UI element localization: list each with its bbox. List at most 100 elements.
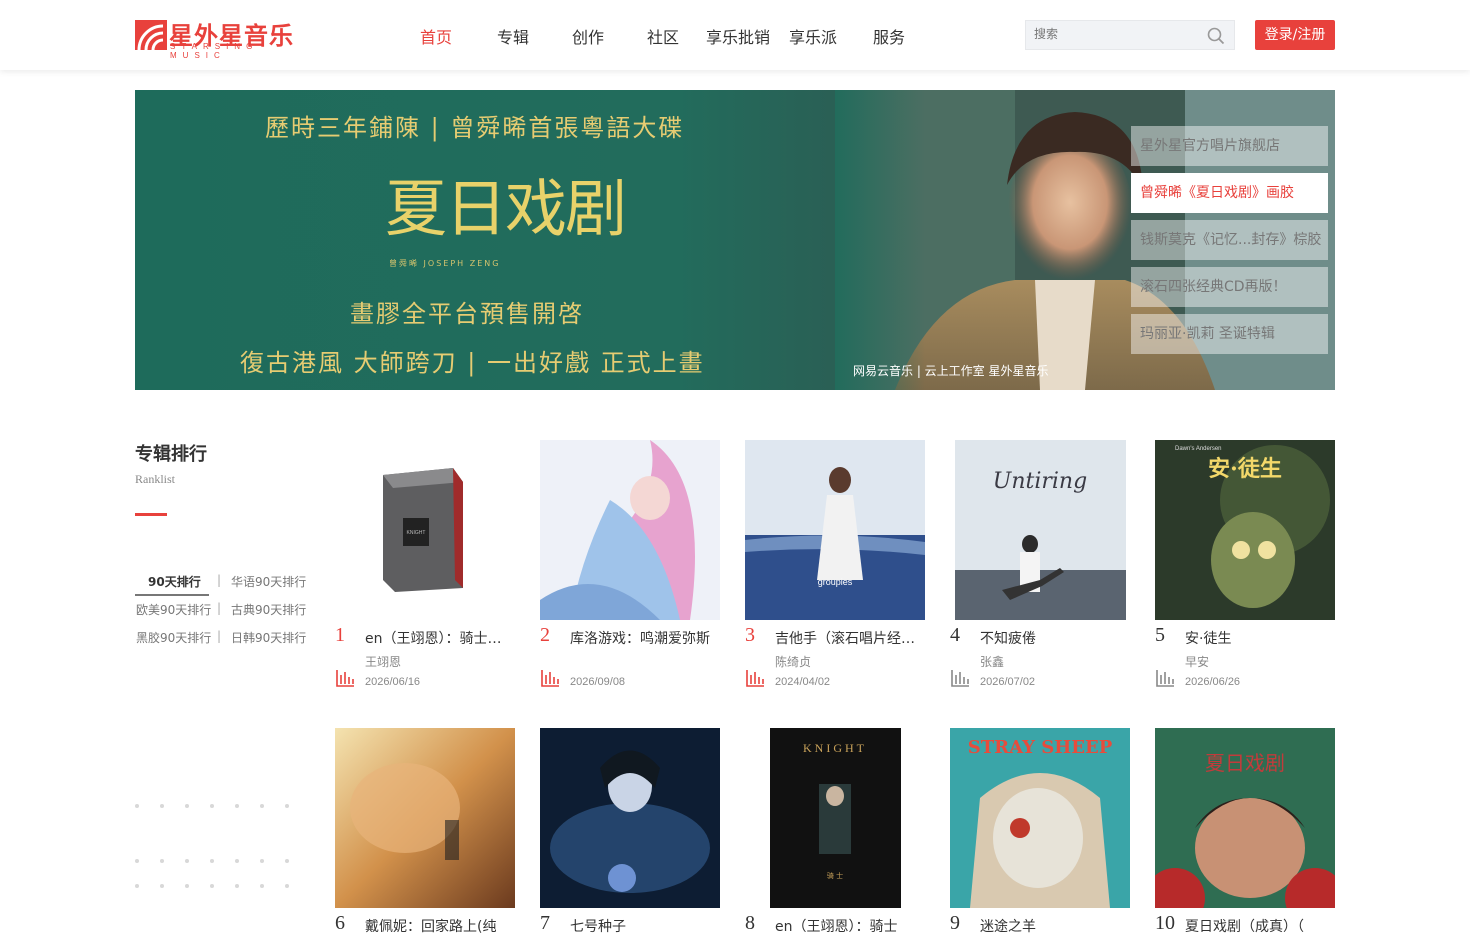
rank-chart-icon — [1156, 670, 1174, 687]
nav-albums[interactable]: 专辑 — [497, 24, 529, 48]
banner-tagline: 復古港風 大師跨刀 | 一出好戲 正式上畫 — [240, 349, 705, 377]
release-date: 2024/04/02 — [775, 676, 831, 688]
nav-community[interactable]: 社区 — [647, 24, 679, 48]
decorative-dot — [160, 884, 164, 888]
tab-classical-90-days[interactable]: 古典90天排行 — [231, 601, 306, 618]
decorative-dot — [260, 884, 264, 888]
rank-chart-icon — [541, 670, 559, 687]
banner-menu-item[interactable]: 星外星官方唱片旗舰店 — [1131, 126, 1328, 166]
album-card[interactable]: Dawn's Andersen 安·徒生 5 安·徒生 早安 2026/06/2… — [1155, 440, 1335, 700]
rank-chart-icon — [336, 670, 354, 687]
tab-chinese-90-days[interactable]: 华语90天排行 — [231, 573, 306, 590]
decorative-dot — [285, 804, 289, 808]
banner-menu-item[interactable]: 玛丽亚·凯莉 圣诞特辑 — [1131, 314, 1328, 354]
album-artist[interactable]: 张鑫 — [980, 653, 1004, 670]
tab-jpkr-90-days[interactable]: 日韩90天排行 — [231, 629, 306, 646]
album-card[interactable]: STRAY SHEEP 9 迷途之羊 — [950, 728, 1130, 935]
rank-number: 8 — [745, 912, 755, 934]
banner-title: 夏日戏剧 — [385, 172, 627, 245]
album-title[interactable]: 安·徒生 — [1185, 628, 1330, 648]
nav-home[interactable]: 首页 — [420, 24, 452, 48]
album-artist[interactable]: 早安 — [1185, 653, 1209, 670]
section-title: 专辑排行 — [135, 444, 207, 465]
album-cover[interactable]: Dawn's Andersen 安·徒生 — [1155, 440, 1335, 620]
cover-text: 骑 士 — [827, 871, 843, 880]
album-title[interactable]: 不知疲倦 — [980, 628, 1125, 648]
album-card[interactable]: groupies 3 吉他手（滚石唱片经典再版） 陈绮贞 2024/04/02 — [745, 440, 925, 700]
album-card[interactable]: KNIGHT 1 en（王翊恩）：骑士（KNIGHT） 王翊恩 2026/06/… — [335, 440, 515, 700]
decorative-dot — [235, 859, 239, 863]
album-cover[interactable]: groupies — [745, 440, 925, 620]
album-title[interactable]: 吉他手（滚石唱片经典再版） — [775, 628, 920, 648]
banner-menu: 星外星官方唱片旗舰店 曾舜晞《夏日戏剧》画胶 钱斯莫克《记忆...封存》棕胶 滚… — [1131, 126, 1328, 361]
logo-subtitle: STARSING MUSIC — [170, 42, 259, 60]
album-card[interactable]: Untiring 4 不知疲倦 张鑫 2026/07/02 — [950, 440, 1130, 700]
banner-partner-logos: 网易云音乐 | 云上工作室 星外星音乐 — [853, 364, 1049, 378]
album-artist[interactable]: 王翊恩 — [365, 653, 401, 670]
decorative-dot — [185, 804, 189, 808]
album-title[interactable]: en（王翊恩）：骑士 — [775, 916, 920, 936]
album-cover[interactable]: Untiring — [950, 440, 1130, 620]
tab-vinyl-90-days[interactable]: 黑胶90天排行 — [136, 629, 211, 646]
hero-banner[interactable]: 歷時三年鋪陳 | 曾舜晞首張粵語大碟 夏日戏剧 曾舜晞 JOSEPH ZENG … — [135, 90, 1335, 390]
decorative-dot — [210, 804, 214, 808]
album-card[interactable]: 夏日戏剧 10 夏日戏剧（成真）（ — [1155, 728, 1335, 935]
rank-number: 1 — [335, 624, 345, 646]
tab-separator: | — [217, 573, 222, 587]
album-title[interactable]: 七号种子 — [570, 916, 715, 936]
album-title[interactable]: en（王翊恩）：骑士（KNIGHT） — [365, 628, 510, 648]
decorative-dots — [135, 800, 295, 890]
search-input[interactable] — [1034, 27, 1194, 41]
active-tab-underline — [135, 594, 209, 596]
rank-number: 7 — [540, 912, 550, 934]
decorative-dot — [160, 859, 164, 863]
album-cover[interactable]: 夏日戏剧 — [1155, 728, 1335, 908]
nav-service[interactable]: 服务 — [873, 24, 905, 48]
banner-menu-item-active[interactable]: 曾舜晞《夏日戏剧》画胶 — [1131, 173, 1328, 213]
banner-menu-item[interactable]: 钱斯莫克《记忆...封存》棕胶 — [1131, 220, 1328, 260]
album-artist[interactable]: 陈绮贞 — [775, 653, 811, 670]
album-card[interactable]: KNIGHT 骑 士 8 en（王翊恩）：骑士 — [745, 728, 925, 935]
album-title[interactable]: 戴佩妮：回家路上(纯 — [365, 916, 510, 936]
decorative-dot — [135, 804, 139, 808]
album-card[interactable]: 2 库洛游戏：鸣潮爱弥斯 2026/09/08 — [540, 440, 720, 700]
rank-number: 5 — [1155, 624, 1165, 646]
login-register-button[interactable]: 登录/注册 — [1255, 20, 1335, 50]
album-cover[interactable] — [335, 728, 515, 908]
album-card[interactable]: 7 七号种子 — [540, 728, 720, 935]
album-title[interactable]: 夏日戏剧（成真）（ — [1185, 916, 1330, 936]
album-title[interactable]: 迷途之羊 — [980, 916, 1125, 936]
decorative-dot — [260, 859, 264, 863]
tab-90-days[interactable]: 90天排行 — [148, 573, 201, 590]
cover-text: KNIGHT — [803, 741, 867, 755]
banner-subtitle: 曾舜晞 JOSEPH ZENG — [389, 259, 501, 268]
tab-western-90-days[interactable]: 欧美90天排行 — [136, 601, 211, 618]
cover-text: Untiring — [993, 469, 1087, 494]
decorative-dot — [285, 884, 289, 888]
starsing-logo[interactable]: 星外星音乐 STARSING MUSIC — [135, 18, 311, 60]
decorative-dot — [235, 804, 239, 808]
logo-mark-icon — [135, 20, 167, 50]
cover-text: Dawn's Andersen — [1175, 446, 1222, 452]
nav-wholesale[interactable]: 享乐批销 — [706, 24, 770, 48]
decorative-dot — [285, 859, 289, 863]
cover-text: KNIGHT — [407, 530, 426, 536]
album-cover[interactable]: STRAY SHEEP — [950, 728, 1130, 908]
rank-sidebar: 专辑排行 Ranklist 90天排行 | 华语90天排行 欧美90天排行 | … — [135, 440, 310, 645]
banner-menu-item[interactable]: 滚石四张经典CD再版！ — [1131, 267, 1328, 307]
album-cover[interactable] — [540, 728, 720, 908]
decorative-dot — [210, 884, 214, 888]
album-title[interactable]: 库洛游戏：鸣潮爱弥斯 — [570, 628, 715, 648]
search-icon[interactable] — [1206, 26, 1226, 46]
decorative-dot — [185, 884, 189, 888]
nav-xiangle-pai[interactable]: 享乐派 — [789, 24, 837, 48]
album-cover[interactable] — [540, 440, 720, 620]
nav-create[interactable]: 创作 — [572, 24, 604, 48]
rank-number: 6 — [335, 912, 345, 934]
release-date: 2026/09/08 — [570, 676, 626, 688]
cover-text: STRAY SHEEP — [968, 737, 1113, 758]
release-date: 2026/06/16 — [365, 676, 421, 688]
album-cover[interactable]: KNIGHT — [335, 440, 515, 620]
album-card[interactable]: 6 戴佩妮：回家路上(纯 — [335, 728, 515, 935]
album-cover[interactable]: KNIGHT 骑 士 — [745, 728, 925, 908]
